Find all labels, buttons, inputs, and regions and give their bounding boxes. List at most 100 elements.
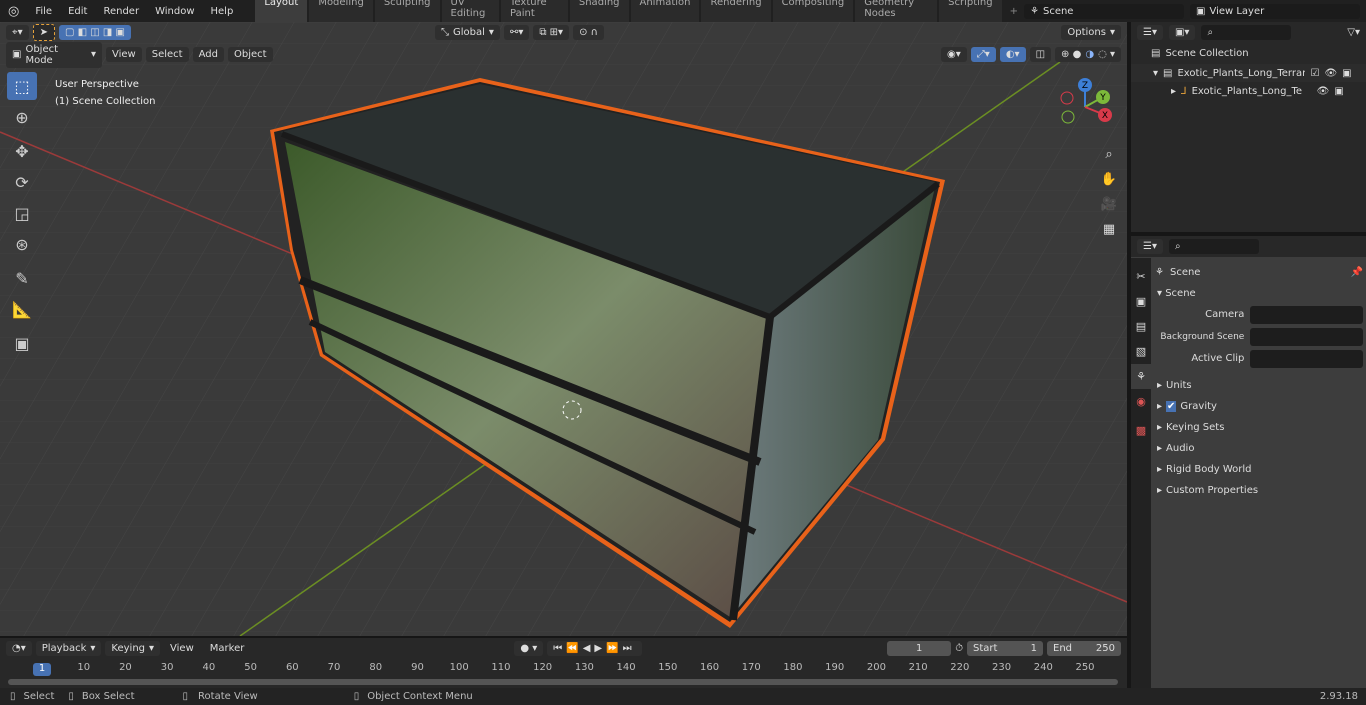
ortho-toggle-icon[interactable]: ▦ — [1098, 217, 1120, 242]
pin-icon[interactable]: 📌 — [1351, 267, 1363, 278]
xray-toggle[interactable]: ◫ — [1029, 47, 1052, 62]
menu-render[interactable]: Render — [95, 6, 147, 17]
add-workspace-button[interactable]: + — [1004, 6, 1024, 17]
texture-tab-icon[interactable]: ▩ — [1131, 418, 1151, 443]
properties-search[interactable]: ⌕ — [1168, 239, 1259, 254]
panel-rigid-body-world[interactable]: ▸ Rigid Body World — [1155, 459, 1363, 480]
transform-orientation-dropdown[interactable]: ⤡ Global ▾ — [435, 25, 500, 40]
outliner-object-row[interactable]: ▸⅃Exotic_Plants_Long_Terra👁▣ — [1131, 82, 1366, 100]
proportional-edit-toggle[interactable]: ⊙ ∩ — [573, 25, 604, 40]
exclude-checkbox[interactable]: ☑ — [1310, 68, 1319, 79]
menu-edit[interactable]: Edit — [60, 6, 95, 17]
scene-panel-header[interactable]: ▾ Scene — [1155, 283, 1363, 304]
outliner-collection-row[interactable]: ▾▤Exotic_Plants_Long_Terrarium☑👁▣ — [1131, 64, 1366, 82]
select-box-tool[interactable]: ⬚ — [7, 72, 37, 100]
measure-tool[interactable]: 📐 — [7, 295, 37, 323]
expand-icon[interactable]: ▾ — [1153, 68, 1158, 79]
tab-scripting[interactable]: Scripting — [939, 0, 1002, 22]
timeline-view-menu[interactable]: View — [164, 643, 200, 654]
timeline-editor-type[interactable]: ◔▾ — [6, 641, 32, 656]
tab-compositing[interactable]: Compositing — [772, 0, 854, 22]
panel-keying-sets[interactable]: ▸ Keying Sets — [1155, 417, 1363, 438]
tab-shading[interactable]: Shading — [569, 0, 629, 22]
camera-icon[interactable]: ▣ — [1342, 68, 1351, 79]
editor-type-button[interactable]: ⌖▾ — [6, 25, 29, 40]
scene-tab-icon[interactable]: ⚘ — [1131, 364, 1151, 389]
marker-menu[interactable]: Marker — [204, 643, 251, 654]
scale-tool[interactable]: ◲ — [7, 199, 37, 227]
panel-units[interactable]: ▸ Units — [1155, 375, 1363, 396]
tab-sculpting[interactable]: Sculpting — [374, 0, 440, 22]
overlay-toggle[interactable]: ◐▾ — [999, 47, 1026, 62]
tab-layout[interactable]: Layout — [255, 0, 308, 22]
playhead[interactable]: 1 — [33, 663, 51, 676]
add-cube-tool[interactable]: ▣ — [7, 329, 37, 357]
zoom-view-icon[interactable]: ⌕ — [1098, 142, 1120, 167]
menu-select[interactable]: Select — [145, 47, 189, 62]
snap-toggle[interactable]: ⧉ ⊞▾ — [533, 25, 570, 40]
start-frame-field[interactable]: Start 1 — [967, 641, 1043, 656]
current-frame-field[interactable]: 1 — [887, 641, 952, 656]
outliner-search[interactable]: ⌕ — [1201, 25, 1292, 40]
camera-field[interactable] — [1250, 305, 1363, 324]
stopwatch-icon[interactable]: ⏱ — [955, 643, 963, 654]
pan-view-icon[interactable]: ✋ — [1098, 167, 1120, 192]
eye-icon[interactable]: 👁 — [1324, 68, 1337, 79]
tab-modeling[interactable]: Modeling — [309, 0, 373, 22]
view-layer-tab-icon[interactable]: ▧ — [1131, 339, 1151, 364]
eye-icon[interactable]: 👁 — [1317, 86, 1330, 97]
tool-tab-icon[interactable]: ✂ — [1131, 264, 1151, 289]
tab-texture-paint[interactable]: Texture Paint — [501, 0, 568, 22]
panel-gravity[interactable]: ▸ ✔ Gravity — [1155, 396, 1363, 417]
rotate-tool[interactable]: ⟳ — [7, 168, 37, 196]
auto-keying-toggle[interactable]: ● ▾ — [514, 641, 544, 656]
render-tab-icon[interactable]: ▣ — [1131, 289, 1151, 314]
view-layer-filter[interactable]: ▣▾ — [1168, 25, 1196, 40]
camera-icon[interactable]: ▣ — [1334, 86, 1343, 97]
camera-view-icon[interactable]: 🎥 — [1098, 192, 1120, 217]
panel-audio[interactable]: ▸ Audio — [1155, 438, 1363, 459]
blender-logo-icon[interactable]: ◎ — [0, 4, 27, 19]
3d-viewport[interactable]: ⌖▾ ➤ ▢ ◧ ◫ ◨ ▣ ⤡ Global ▾ ⚯▾ ⧉ ⊞▾ ⊙ ∩ Opt… — [0, 22, 1127, 636]
annotate-tool[interactable]: ✎ — [7, 264, 37, 292]
playback-controls[interactable]: ⏮⏪◀▶⏩⏭ — [547, 641, 642, 656]
transform-tool[interactable]: ⊛ — [7, 230, 37, 258]
gravity-checkbox[interactable]: ✔ — [1166, 401, 1177, 412]
tab-uv-editing[interactable]: UV Editing — [441, 0, 500, 22]
world-tab-icon[interactable]: ◉ — [1131, 389, 1151, 414]
playback-menu[interactable]: Playback ▾ — [35, 641, 102, 656]
select-tool-button[interactable]: ➤ — [32, 24, 56, 41]
mode-dropdown[interactable]: ▣ Object Mode ▾ — [6, 41, 102, 68]
panel-custom-properties[interactable]: ▸ Custom Properties — [1155, 480, 1363, 501]
outliner-scene-collection[interactable]: ▤ Scene Collection — [1131, 43, 1366, 64]
selection-mode-buttons[interactable]: ▢ ◧ ◫ ◨ ▣ — [59, 25, 132, 40]
background-scene-field[interactable] — [1250, 327, 1363, 346]
visibility-dropdown[interactable]: ◉▾ — [941, 47, 967, 62]
menu-object[interactable]: Object — [227, 47, 273, 62]
expand-icon[interactable]: ▸ — [1171, 86, 1176, 97]
timeline-scrollbar[interactable] — [8, 679, 1118, 685]
move-tool[interactable]: ✥ — [7, 137, 37, 165]
display-mode-dropdown[interactable]: ☰▾ — [1137, 25, 1163, 40]
tab-geometry-nodes[interactable]: Geometry Nodes — [855, 0, 938, 22]
menu-view[interactable]: View — [106, 47, 142, 62]
navigation-gizmo[interactable]: Z Y X — [1055, 77, 1115, 137]
gizmo-toggle[interactable]: ⤢▾ — [970, 47, 996, 62]
tab-rendering[interactable]: Rendering — [701, 0, 771, 22]
shading-buttons[interactable]: ⊕ ● ◑ ◌ ▾ — [1055, 47, 1121, 62]
menu-help[interactable]: Help — [203, 6, 242, 17]
active-clip-field[interactable] — [1250, 349, 1363, 368]
tab-animation[interactable]: Animation — [630, 0, 700, 22]
output-tab-icon[interactable]: ▤ — [1131, 314, 1151, 339]
scene-selector[interactable]: ⚘ Scene — [1024, 3, 1184, 19]
cursor-tool[interactable]: ⊕ — [7, 103, 37, 131]
menu-add[interactable]: Add — [192, 47, 224, 62]
view-layer-selector[interactable]: ▣ View Layer — [1190, 3, 1360, 19]
menu-file[interactable]: File — [27, 6, 60, 17]
options-dropdown[interactable]: Options ▾ — [1061, 25, 1121, 40]
keying-menu[interactable]: Keying ▾ — [105, 641, 161, 656]
menu-window[interactable]: Window — [147, 6, 202, 17]
filter-icon[interactable]: ▽▾ — [1347, 27, 1360, 38]
end-frame-field[interactable]: End 250 — [1047, 641, 1121, 656]
properties-editor-type[interactable]: ☰▾ — [1137, 239, 1163, 254]
